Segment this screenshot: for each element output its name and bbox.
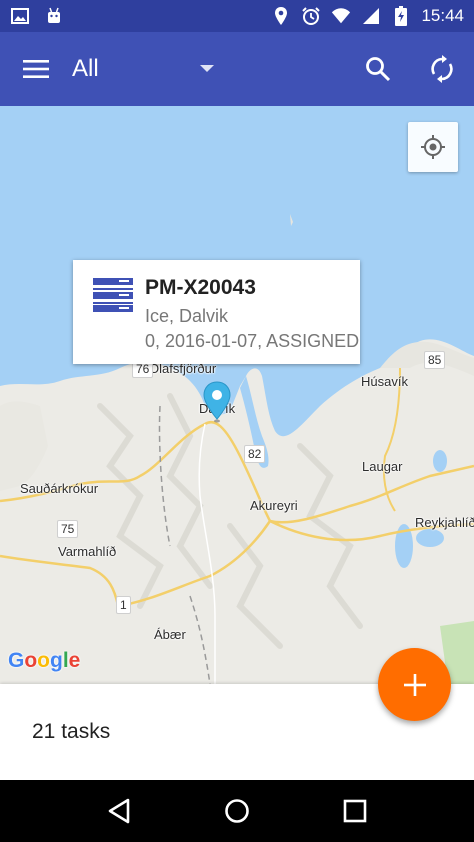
plus-icon bbox=[403, 673, 426, 696]
recents-button[interactable] bbox=[325, 781, 385, 841]
sync-button[interactable] bbox=[410, 32, 474, 106]
alarm-icon bbox=[301, 6, 321, 26]
back-icon bbox=[108, 798, 130, 824]
task-count: 21 tasks bbox=[32, 720, 111, 743]
search-icon bbox=[366, 57, 391, 82]
status-time: 15:44 bbox=[421, 6, 464, 25]
status-bar: 15:44 bbox=[0, 0, 474, 32]
map-label-laugar: Laugar bbox=[362, 459, 403, 474]
marker-info-window[interactable]: PM-X20043 Ice, Dalvik 0, 2016-01-07, ASS… bbox=[73, 260, 360, 364]
add-task-button[interactable] bbox=[378, 648, 451, 721]
road-shield-1: 1 bbox=[116, 596, 131, 614]
map-label-abaer: Ábær bbox=[154, 627, 186, 642]
wifi-icon bbox=[331, 6, 351, 26]
map-label-akureyri: Akureyri bbox=[250, 498, 298, 513]
map-label-reykjahlid: Reykjahlíð bbox=[415, 515, 474, 530]
filter-title: All bbox=[72, 55, 99, 82]
back-button[interactable] bbox=[89, 781, 149, 841]
dropdown-arrow-icon bbox=[192, 49, 222, 89]
map-label-saudarkrokur: Sauðárkrókur bbox=[20, 481, 99, 496]
image-icon bbox=[10, 6, 30, 26]
filter-spinner[interactable]: All bbox=[72, 49, 222, 89]
search-button[interactable] bbox=[346, 32, 410, 106]
location-icon bbox=[271, 6, 291, 26]
home-button[interactable] bbox=[207, 781, 267, 841]
android-icon bbox=[44, 6, 64, 26]
my-location-icon bbox=[421, 135, 445, 159]
info-window-details: 0, 2016-01-07, ASSIGNED bbox=[145, 331, 360, 351]
road-shield-82: 82 bbox=[244, 445, 266, 463]
map-label-varmahlid: Varmahlíð bbox=[58, 544, 117, 559]
road-shield-85: 85 bbox=[424, 351, 446, 369]
road-shield-75: 75 bbox=[57, 520, 79, 538]
menu-icon bbox=[23, 60, 49, 78]
task-list-icon bbox=[93, 278, 133, 312]
google-logo: Google bbox=[8, 649, 81, 672]
app-bar: All bbox=[0, 32, 474, 106]
navigation-bar bbox=[0, 780, 474, 842]
map-label-husavik: Húsavík bbox=[361, 374, 408, 389]
my-location-button[interactable] bbox=[408, 122, 458, 172]
home-icon bbox=[225, 799, 249, 823]
recents-icon bbox=[343, 799, 367, 823]
map-view[interactable]: Ólafsfjörður Dalvík Húsavík Sauðárkrókur… bbox=[0, 106, 474, 684]
signal-icon bbox=[361, 6, 381, 26]
battery-charging-icon bbox=[391, 6, 411, 26]
map-marker-icon[interactable] bbox=[203, 381, 231, 423]
menu-button[interactable] bbox=[0, 32, 72, 106]
sync-icon bbox=[431, 55, 453, 83]
map-terrain bbox=[0, 214, 474, 684]
info-window-location: Ice, Dalvik bbox=[145, 306, 229, 326]
info-window-title: PM-X20043 bbox=[145, 276, 256, 299]
